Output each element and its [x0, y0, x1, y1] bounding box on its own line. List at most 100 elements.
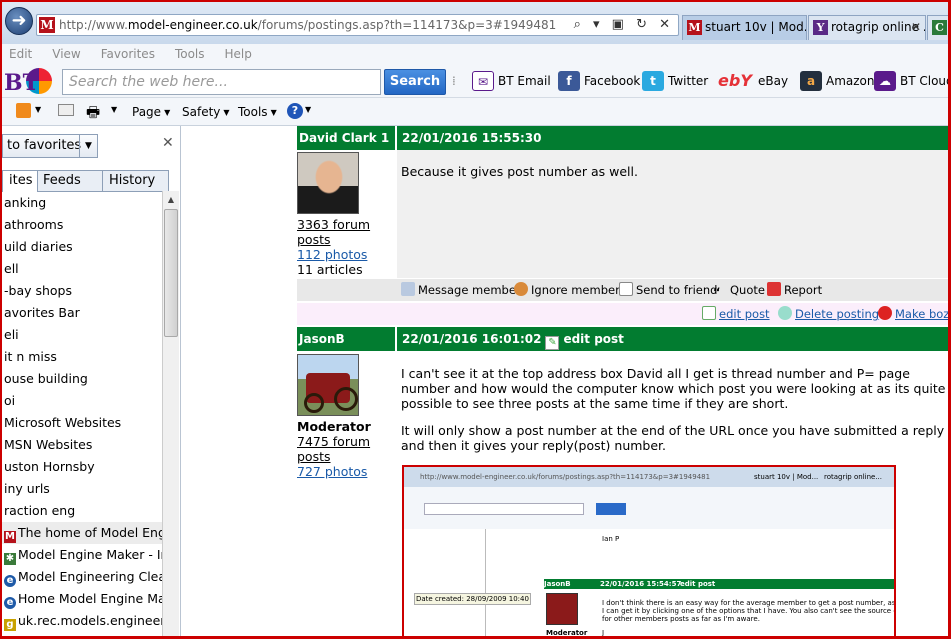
close-icon[interactable]: ✕	[162, 135, 174, 151]
wheel-image	[304, 393, 324, 413]
list-item[interactable]: eli	[2, 324, 163, 346]
post-author[interactable]: JasonB	[297, 327, 397, 351]
bt-email-link[interactable]: ✉ BT Email	[472, 71, 551, 91]
tab-c-icon: C	[932, 20, 947, 35]
tab-favorites[interactable]: ites	[2, 170, 38, 192]
address-url[interactable]: http://www.model-engineer.co.uk/forums/p…	[59, 18, 556, 32]
bt-logo-text: BT	[4, 70, 39, 96]
list-item[interactable]: ell	[2, 258, 163, 280]
menu-help[interactable]: Help	[225, 44, 252, 64]
list-item[interactable]: athrooms	[2, 214, 163, 236]
rss-feed-icon[interactable]	[16, 103, 31, 118]
bt-logo[interactable]: BT	[2, 66, 60, 96]
menu-view[interactable]: View	[52, 44, 80, 64]
menu-tools[interactable]: Tools	[175, 44, 205, 64]
moderator-badge: Moderator	[297, 419, 371, 434]
tab-rotagrip[interactable]: Y rotagrip online ... ✕	[808, 15, 926, 40]
list-item[interactable]: MThe home of Model Engi...	[2, 522, 163, 544]
list-item[interactable]: e Home Model Engine Ma...	[2, 588, 163, 610]
embedded-screenshot-image[interactable]: http://www.model-engineer.co.uk/forums/p…	[402, 465, 896, 636]
scroll-up-icon[interactable]: ▲	[163, 191, 179, 208]
shot-line: I can get it by clicking one of the opti…	[602, 607, 896, 615]
close-tab-icon[interactable]: ✕	[911, 16, 921, 39]
link-label: BT Cloud	[900, 74, 951, 88]
page-menu[interactable]: Page ▼	[132, 105, 170, 119]
amazon-icon: a	[800, 71, 822, 91]
menu-bar: Edit View Favorites Tools Help	[2, 44, 265, 64]
add-to-favorites-label: to favorites	[7, 138, 82, 153]
browser-window: ➜ M http://www.model-engineer.co.uk/foru…	[0, 0, 951, 639]
twitter-link[interactable]: t Twitter	[642, 71, 708, 91]
back-button[interactable]: ➜	[5, 7, 33, 35]
report-button[interactable]: Report	[767, 279, 822, 301]
list-item[interactable]: -bay shops	[2, 280, 163, 302]
ignore-member-button[interactable]: Ignore member	[514, 279, 620, 301]
post-author[interactable]: David Clark 1	[297, 126, 397, 150]
facebook-link[interactable]: f Facebook	[558, 71, 640, 91]
bt-cloud-link[interactable]: ☁ BT Cloud	[874, 71, 951, 91]
print-dropdown-icon[interactable]: ▼	[111, 105, 117, 114]
tab-stuart-10v[interactable]: M stuart 10v | Mod...	[682, 15, 807, 40]
list-item[interactable]: oi	[2, 390, 163, 412]
edit-post-link[interactable]: edit post	[702, 303, 770, 325]
site-favicon-icon: ✱	[4, 553, 16, 565]
list-item[interactable]: eModel Engineering Clear...	[2, 566, 163, 588]
safety-menu[interactable]: Safety ▼	[182, 105, 230, 119]
chevron-down-icon[interactable]: ▼	[79, 135, 97, 157]
delete-icon	[778, 306, 792, 320]
menu-favorites[interactable]: Favorites	[101, 44, 155, 64]
tab-feeds[interactable]: Feeds	[36, 170, 103, 191]
address-tools-icons[interactable]: ⌕ ▾ ▣ ↻ ✕	[574, 17, 674, 32]
delete-posting-link[interactable]: Delete posting	[778, 303, 879, 325]
list-item-label: Model Engineering Clear...	[18, 569, 163, 584]
tab-c[interactable]: C	[927, 15, 948, 40]
bt-search-input[interactable]: Search the web here...	[62, 69, 381, 95]
list-item[interactable]: it n miss	[2, 346, 163, 368]
quote-button[interactable]: “Quote	[713, 279, 765, 301]
ebay-link[interactable]: ebY eBay	[714, 71, 788, 90]
rss-dropdown-icon[interactable]: ▼	[35, 105, 41, 114]
list-item[interactable]: guk.rec.models.engineering	[2, 610, 163, 632]
edit-post-link[interactable]: edit post	[563, 332, 623, 346]
model-engineer-tab-icon: M	[687, 20, 702, 35]
list-item[interactable]: MSN Websites	[2, 434, 163, 456]
make-bozo-link[interactable]: Make bozo	[878, 303, 948, 325]
bt-search-button[interactable]: Search	[384, 69, 446, 95]
list-item[interactable]: ✱Model Engine Maker - In...	[2, 544, 163, 566]
list-item[interactable]: uston Hornsby	[2, 456, 163, 478]
list-item[interactable]: anking	[2, 192, 163, 214]
shot-tab-2: rotagrip online...	[824, 473, 883, 481]
ignore-icon	[514, 282, 528, 296]
avatar[interactable]	[297, 354, 359, 416]
menu-edit[interactable]: Edit	[9, 44, 32, 64]
forum-posts-count[interactable]: 3363 forum posts	[297, 217, 397, 247]
message-member-button[interactable]: Message member	[401, 279, 521, 301]
address-row: ➜ M http://www.model-engineer.co.uk/foru…	[2, 2, 948, 44]
address-bar[interactable]: M http://www.model-engineer.co.uk/forums…	[36, 14, 679, 36]
print-icon[interactable]: 🖶	[86, 102, 100, 127]
scrollbar-thumb[interactable]	[164, 209, 178, 337]
help-icon[interactable]: ?	[287, 103, 303, 119]
list-item[interactable]: uild diaries	[2, 236, 163, 258]
list-item[interactable]: raction eng	[2, 500, 163, 522]
tools-menu[interactable]: Tools ▼	[238, 105, 277, 119]
help-dropdown-icon[interactable]: ▼	[305, 105, 311, 114]
avatar[interactable]	[297, 152, 359, 214]
edit-post-icon[interactable]: ✎	[545, 336, 560, 350]
shot-search-button	[596, 503, 626, 515]
list-item[interactable]: ouse building	[2, 368, 163, 390]
photos-link[interactable]: 727 photos	[297, 464, 397, 479]
list-item[interactable]: avorites Bar	[2, 302, 163, 324]
command-bar: ▼ 🖶 ▼ Page ▼ Safety ▼ Tools ▼ ? ▼	[2, 98, 948, 127]
send-to-friend-button[interactable]: Send to friend	[619, 279, 717, 301]
amazon-link[interactable]: a Amazon	[800, 71, 875, 91]
toolbar-separator-icon: ⁞	[452, 74, 456, 88]
read-mail-icon[interactable]	[58, 104, 74, 116]
favorites-scrollbar[interactable]: ▲	[162, 191, 179, 636]
list-item[interactable]: iny urls	[2, 478, 163, 500]
tab-history[interactable]: History	[102, 170, 169, 191]
add-to-favorites-button[interactable]: to favorites ▼	[2, 134, 98, 158]
forum-posts-count[interactable]: 7475 forum posts	[297, 434, 397, 464]
list-item[interactable]: Microsoft Websites	[2, 412, 163, 434]
photos-link[interactable]: 112 photos	[297, 247, 397, 262]
